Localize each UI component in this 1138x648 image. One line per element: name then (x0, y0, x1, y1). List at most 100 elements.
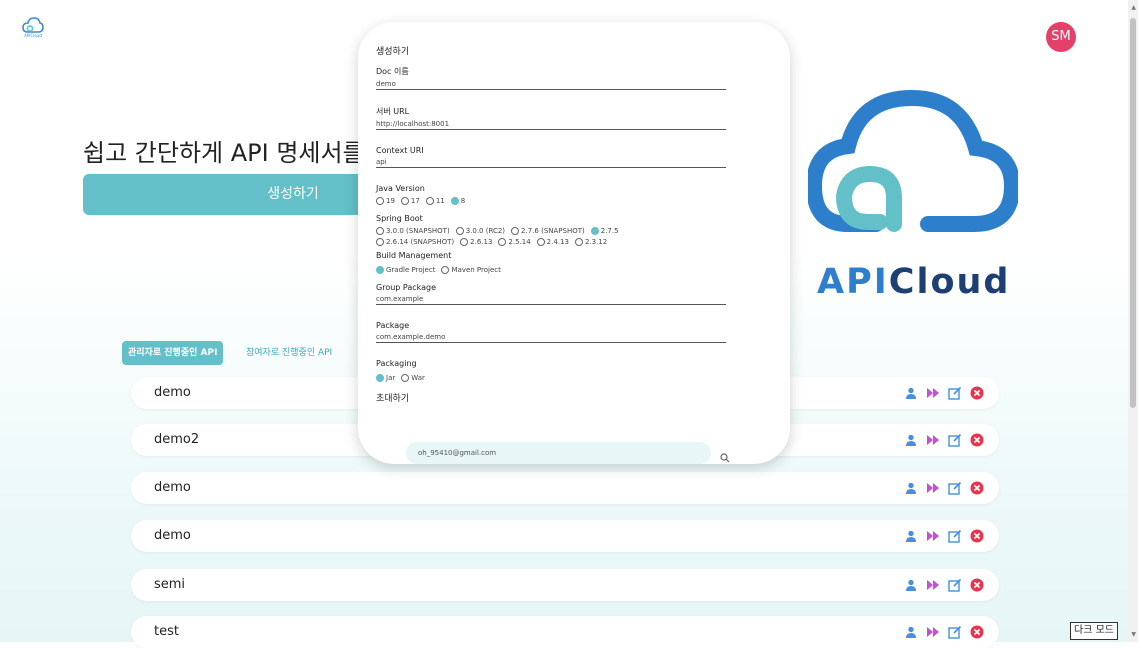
radio-button-icon[interactable] (460, 238, 469, 246)
spring-boot-radio-option[interactable]: 2.3.12 (574, 238, 607, 246)
scroll-up-arrow-icon[interactable]: ▲ (1131, 4, 1136, 11)
package-input[interactable]: com.example.demo (376, 333, 736, 341)
api-list-item[interactable]: test (131, 616, 999, 648)
build-management-label: Build Management (376, 251, 452, 260)
radio-label: 2.6.14 (SNAPSHOT) (386, 238, 455, 246)
brand-text-cloud: Cloud (888, 262, 1011, 302)
run-icon[interactable] (925, 577, 941, 593)
dark-mode-toggle[interactable]: 다크 모드 (1070, 622, 1118, 640)
context-uri-input[interactable]: api (376, 158, 736, 166)
radio-button-icon[interactable] (441, 266, 450, 274)
spring-boot-radio-option[interactable]: 3.0.0 (RC2) (455, 227, 505, 235)
spring-boot-radio-option[interactable]: 2.6.14 (SNAPSHOT) (376, 238, 454, 246)
run-icon[interactable] (925, 385, 941, 401)
delete-icon[interactable] (969, 577, 985, 593)
spring-boot-radio-option[interactable]: 3.0.0 (SNAPSHOT) (376, 227, 450, 235)
radio-label: 2.4.13 (546, 238, 569, 246)
packaging-radios: Jar War (376, 374, 736, 385)
server-url-input[interactable]: http://localhost:8001 (376, 120, 736, 128)
cloud-logo-icon (22, 17, 44, 33)
radio-button-icon[interactable] (511, 227, 520, 235)
radio-button-icon[interactable] (455, 227, 464, 235)
context-uri-field: Context URI api (376, 146, 736, 168)
java-version-radio-option[interactable]: 19 (376, 197, 395, 205)
user-icon[interactable] (903, 480, 919, 496)
api-list-item[interactable]: demo (131, 520, 999, 552)
row-actions (903, 480, 985, 496)
radio-label: 11 (435, 197, 445, 205)
edit-icon[interactable] (947, 432, 963, 448)
edit-icon[interactable] (947, 385, 963, 401)
build-management-radio-option[interactable]: Maven Project (441, 266, 501, 274)
radio-button-icon[interactable] (376, 266, 384, 274)
radio-label: Maven Project (451, 266, 501, 274)
build-management-group: Build Management Gradle Project Maven Pro… (376, 251, 736, 277)
brand-text-api: API (817, 262, 889, 302)
java-version-radio-option[interactable]: 11 (425, 197, 445, 205)
radio-button-icon[interactable] (376, 374, 384, 382)
run-icon[interactable] (925, 624, 941, 640)
delete-icon[interactable] (969, 624, 985, 640)
tab-participant-api[interactable]: 참여자로 진행중인 API (246, 341, 332, 365)
java-version-radio-option[interactable]: 17 (400, 197, 420, 205)
run-icon[interactable] (925, 432, 941, 448)
user-avatar[interactable]: SM (1046, 22, 1076, 52)
java-version-radio-option[interactable]: 8 (450, 197, 465, 205)
edit-icon[interactable] (947, 577, 963, 593)
radio-button-icon[interactable] (376, 238, 384, 246)
radio-button-icon[interactable] (376, 227, 384, 235)
radio-button-icon[interactable] (376, 197, 384, 205)
doc-name-input[interactable]: demo (376, 80, 736, 88)
delete-icon[interactable] (969, 528, 985, 544)
java-version-radios: 19 17 11 8 (376, 197, 736, 208)
user-icon[interactable] (903, 577, 919, 593)
spring-boot-radio-option[interactable]: 2.5.14 (498, 238, 531, 246)
radio-button-icon[interactable] (536, 238, 545, 246)
packaging-radio-option[interactable]: War (401, 374, 425, 382)
user-icon[interactable] (903, 528, 919, 544)
scrollbar-thumb[interactable] (1130, 18, 1136, 408)
radio-button-icon[interactable] (425, 197, 434, 205)
spring-boot-radio-option[interactable]: 2.7.5 (590, 227, 619, 235)
server-url-label: 서버 URL (376, 107, 410, 116)
scroll-down-arrow-icon[interactable]: ▼ (1131, 631, 1136, 638)
group-package-label: Group Package (376, 283, 437, 292)
user-icon[interactable] (903, 385, 919, 401)
user-icon[interactable] (903, 624, 919, 640)
delete-icon[interactable] (969, 432, 985, 448)
group-package-input[interactable]: com.example (376, 295, 736, 303)
invite-email-input[interactable]: oh_95410@gmail.com (406, 442, 711, 464)
api-list-item[interactable]: semi (131, 569, 999, 601)
radio-button-icon[interactable] (400, 197, 409, 205)
edit-icon[interactable] (947, 480, 963, 496)
package-underline (376, 342, 726, 343)
radio-button-icon[interactable] (450, 197, 459, 205)
cloud-brand-icon (805, 89, 1021, 232)
app-logo[interactable]: APICloud (18, 16, 48, 46)
user-icon[interactable] (903, 432, 919, 448)
radio-button-icon[interactable] (574, 238, 583, 246)
delete-icon[interactable] (969, 480, 985, 496)
run-icon[interactable] (925, 480, 941, 496)
api-list-item[interactable]: demo (131, 472, 999, 504)
radio-button-icon[interactable] (498, 238, 507, 246)
radio-label: 17 (410, 197, 420, 205)
radio-button-icon[interactable] (401, 374, 410, 382)
doc-name-label: Doc 이름 (376, 67, 409, 76)
spring-boot-radio-option[interactable]: 2.4.13 (536, 238, 569, 246)
tab-admin-api[interactable]: 관리자로 진행중인 API (122, 341, 224, 365)
search-icon[interactable] (720, 448, 730, 464)
packaging-radio-option[interactable]: Jar (376, 374, 395, 382)
build-management-radio-option[interactable]: Gradle Project (376, 266, 435, 274)
radio-button-icon[interactable] (590, 227, 599, 235)
doc-name-field: Doc 이름 demo (376, 66, 736, 90)
radio-label: 2.6.13 (470, 238, 493, 246)
run-icon[interactable] (925, 528, 941, 544)
edit-icon[interactable] (947, 528, 963, 544)
spring-boot-radio-option[interactable]: 2.7.6 (SNAPSHOT) (511, 227, 585, 235)
context-uri-label: Context URI (376, 146, 424, 155)
delete-icon[interactable] (969, 385, 985, 401)
group-package-field: Group Package com.example (376, 283, 736, 305)
edit-icon[interactable] (947, 624, 963, 640)
spring-boot-radio-option[interactable]: 2.6.13 (460, 238, 492, 246)
